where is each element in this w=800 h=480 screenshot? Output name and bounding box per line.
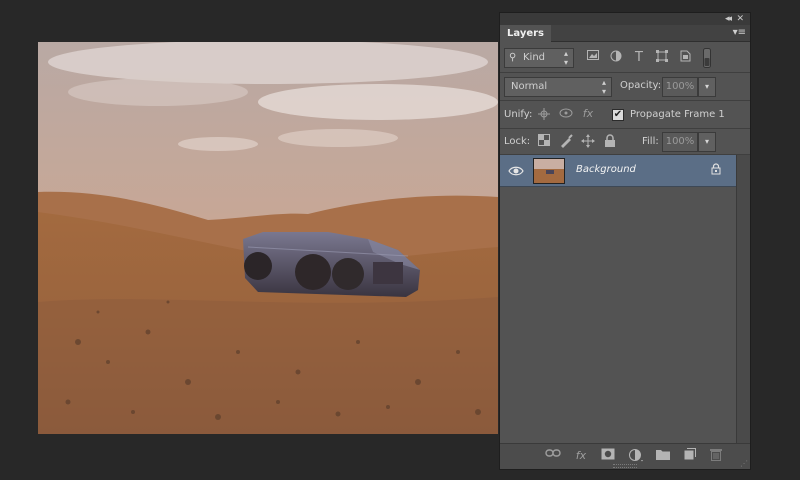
fx-icon[interactable]: fx <box>573 448 589 464</box>
fill-input[interactable]: 100% <box>662 132 698 152</box>
adjustment-layer-icon[interactable] <box>628 448 644 464</box>
lock-icon <box>708 163 724 179</box>
unify-visibility-icon[interactable] <box>558 107 574 123</box>
layer-list-scrollbar[interactable] <box>736 155 750 443</box>
search-icon: ⚲ <box>509 52 517 63</box>
unify-row: Unify: fx ✔ Propagate Frame 1 <box>500 101 750 129</box>
collapse-panel-button[interactable]: ◂◂ <box>725 13 732 25</box>
eye-icon[interactable] <box>508 163 524 179</box>
lock-transparent-pixels-icon[interactable] <box>536 134 552 150</box>
dropdown-arrows-icon: ▴ ▾ <box>563 49 568 67</box>
add-mask-icon[interactable] <box>600 448 616 464</box>
blend-mode-dropdown[interactable]: Normal ▴ ▾ <box>504 77 612 97</box>
document-canvas[interactable] <box>38 42 498 434</box>
smart-object-filter-icon[interactable] <box>677 50 693 66</box>
propagate-frame-label: Propagate Frame 1 <box>630 109 725 120</box>
propagate-frame-checkbox[interactable]: ✔ <box>612 109 624 121</box>
kind-filter-dropdown[interactable]: ⚲ Kind ▴ ▾ <box>504 48 574 68</box>
lock-position-icon[interactable] <box>580 134 596 150</box>
new-group-icon[interactable] <box>655 448 671 464</box>
filter-row: ⚲ Kind ▴ ▾ T <box>500 43 750 73</box>
layer-row-background[interactable]: Background <box>500 155 736 187</box>
tab-layers[interactable]: Layers <box>500 25 551 42</box>
panel-menu-icon[interactable]: ▾≡ <box>733 27 746 39</box>
dropdown-arrows-icon: ▴ ▾ <box>601 78 606 96</box>
fill-label: Fill: <box>642 136 659 147</box>
unify-style-icon[interactable]: fx <box>580 106 596 122</box>
panel-titlebar[interactable]: ◂◂ ✕ <box>500 13 750 25</box>
lock-all-icon[interactable] <box>602 134 618 150</box>
resize-corner-icon[interactable]: ⋰ <box>740 459 748 468</box>
link-layers-icon[interactable] <box>545 448 561 464</box>
opacity-label: Opacity: <box>620 80 662 91</box>
lock-image-pixels-icon[interactable] <box>558 134 574 150</box>
layer-name[interactable]: Background <box>576 164 636 175</box>
type-filter-icon[interactable]: T <box>631 50 647 66</box>
close-panel-button[interactable]: ✕ <box>736 13 744 25</box>
pixel-filter-icon[interactable] <box>585 50 601 66</box>
layer-list: Background <box>500 155 736 443</box>
layers-panel: ◂◂ ✕ Layers ▾≡ ⚲ Kind ▴ ▾ T Normal ▴ ▾ O… <box>499 12 751 470</box>
layers-footer: fx ⋰ <box>500 443 750 469</box>
layer-thumbnail <box>533 158 565 184</box>
unify-label: Unify: <box>504 109 533 120</box>
opacity-dropdown-button[interactable]: ▾ <box>698 77 716 97</box>
opacity-input[interactable]: 100% <box>662 77 698 97</box>
blend-mode-value: Normal <box>511 81 548 92</box>
delete-layer-icon[interactable] <box>708 448 724 464</box>
canvas-image <box>38 42 498 434</box>
shape-filter-icon[interactable] <box>654 50 670 66</box>
filter-toggle-icon[interactable] <box>702 48 712 68</box>
new-layer-icon[interactable] <box>682 448 698 464</box>
lock-row: Lock: Fill: 100% ▾ <box>500 129 750 155</box>
adjustment-filter-icon[interactable] <box>608 50 624 66</box>
panel-tab-bar: Layers ▾≡ <box>500 25 750 42</box>
fill-dropdown-button[interactable]: ▾ <box>698 132 716 152</box>
unify-position-icon[interactable] <box>536 107 552 123</box>
kind-filter-label: Kind <box>523 52 546 63</box>
lock-label: Lock: <box>504 136 531 147</box>
blend-row: Normal ▴ ▾ Opacity: 100% ▾ <box>500 73 750 101</box>
panel-resize-grip[interactable] <box>613 464 637 468</box>
